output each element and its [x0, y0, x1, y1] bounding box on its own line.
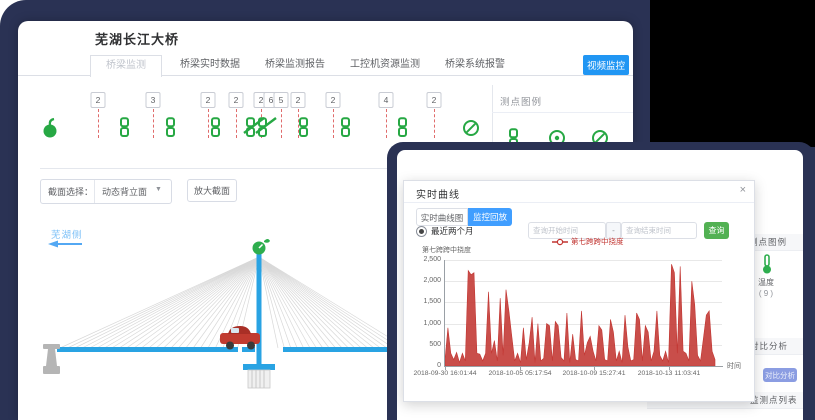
section-select-value: 动态背立面 — [102, 185, 147, 198]
series-legend[interactable]: 第七跨跨中挠度 — [552, 236, 624, 246]
chain-sensor-icon — [340, 117, 351, 138]
bridge-schematic — [38, 221, 410, 417]
recent-two-months-radio[interactable] — [416, 226, 427, 237]
sensor-drop-line — [208, 109, 209, 138]
sensor-count-badge: 2 — [427, 92, 442, 108]
deflection-chart: 2,5002,0001,5001,0005000 2018-09-30 16:0… — [445, 260, 722, 366]
sensor-count-badge: 2 — [229, 92, 244, 108]
query-button[interactable]: 查询 — [704, 222, 729, 239]
temperature-count: ( 9 ) — [751, 289, 781, 298]
tab-5[interactable]: 桥梁系统报警 — [440, 55, 510, 75]
crossed-cables-icon — [242, 116, 280, 135]
close-icon[interactable]: × — [740, 184, 746, 196]
sensor-count-badge: 3 — [146, 92, 161, 108]
sensor-drop-line — [236, 109, 237, 138]
legend-panel-divider — [492, 112, 633, 113]
section-select[interactable]: 截面选择： 动态背立面 ▼ — [40, 179, 172, 204]
x-tick-mark — [669, 367, 670, 370]
y-tick-label: 2,000 — [405, 277, 441, 284]
legend-panel-border — [492, 85, 493, 145]
tower-pier — [248, 370, 270, 388]
chain-sensor-icon — [298, 117, 309, 138]
sensor-drop-line — [281, 109, 282, 138]
x-axis-title: 时间 — [727, 361, 741, 371]
thermometer-icon — [761, 254, 773, 274]
deflection-series — [445, 260, 722, 366]
popup-window: 测点图例 温度 ( 9 ) 对比分析 对比分析 监测点列表 实时曲线 × 实时曲… — [397, 150, 803, 420]
sensor-drop-line — [386, 109, 387, 138]
legend-panel-title: 测点图例 — [500, 94, 542, 108]
recent-two-months-label: 最近两个月 — [431, 225, 474, 237]
disabled-sensor-icon — [462, 119, 480, 137]
y-tick-label: 2,500 — [405, 256, 441, 263]
chevron-down-icon: ▼ — [155, 186, 162, 193]
dialog-header-divider — [404, 202, 754, 203]
left-abutment — [43, 344, 60, 374]
sensor-drop-line — [434, 109, 435, 138]
video-monitor-button[interactable]: 视频监控 — [583, 55, 629, 75]
sensor-count-badge: 2 — [201, 92, 216, 108]
tower-gauge-icon — [253, 239, 271, 255]
sensor-count-badge: 4 — [379, 92, 394, 108]
bridge-tower — [257, 251, 262, 368]
car — [220, 326, 260, 350]
x-tick-mark — [520, 367, 521, 370]
tab-4[interactable]: 工控机资源监测 — [345, 55, 425, 75]
section-select-label: 截面选择： — [48, 185, 93, 198]
bridge-deck-left — [57, 347, 238, 352]
sensor-drop-line — [333, 109, 334, 138]
chain-sensor-icon — [119, 117, 130, 138]
weight-sensor-icon — [41, 117, 59, 139]
dialog-title: 实时曲线 — [416, 186, 460, 201]
sensor-count-badge: 2 — [91, 92, 106, 108]
y-tick-label: 1,000 — [405, 320, 441, 327]
sensor-count-badge: 5 — [274, 92, 289, 108]
temperature-label: 温度 — [753, 277, 779, 288]
compare-analysis-button[interactable]: 对比分析 — [763, 368, 797, 382]
sensor-drop-line — [153, 109, 154, 138]
radio-dot — [419, 229, 424, 234]
dialog-tab-2[interactable]: 监控回放 — [468, 208, 512, 226]
x-tick-mark — [445, 367, 446, 370]
legend-line-icon — [552, 238, 568, 246]
x-axis — [444, 366, 723, 367]
tower-crossbeam — [243, 364, 275, 370]
x-tick-label: 2018-09-30 16:01:44 — [403, 370, 487, 377]
select-divider — [94, 180, 95, 203]
x-tick-label: 2018-10-05 05:17:54 — [478, 370, 562, 377]
enlarge-section-button[interactable]: 放大截面 — [187, 179, 237, 202]
tab-3[interactable]: 桥梁监测报告 — [260, 55, 330, 75]
x-tick-label: 2018-10-13 11:03:41 — [627, 370, 711, 377]
realtime-curve-dialog: 实时曲线 × 实时曲线图监控回放 最近两个月 - 查询 第七跨跨中挠度 第七跨跨… — [403, 180, 755, 402]
dialog-tab-1[interactable]: 实时曲线图 — [416, 208, 468, 226]
page-title: 芜湖长江大桥 — [95, 29, 179, 48]
tab-2[interactable]: 桥梁实时数据 — [175, 55, 245, 75]
top-right-black-area — [650, 0, 815, 147]
chart-title: 第七跨跨中挠度 — [422, 245, 471, 255]
tab-1[interactable]: 桥梁监测 — [90, 55, 162, 77]
sensor-drop-line — [98, 109, 99, 138]
x-tick-mark — [594, 367, 595, 370]
chain-sensor-icon — [210, 117, 221, 138]
x-tick-label: 2018-10-09 15:27:41 — [552, 370, 636, 377]
y-tick-label: 500 — [405, 341, 441, 348]
y-tick-label: 1,500 — [405, 298, 441, 305]
sensor-count-badge: 2 — [326, 92, 341, 108]
chain-sensor-icon — [397, 117, 408, 138]
query-end-time-input[interactable] — [621, 222, 697, 239]
sensor-count-badge: 2 — [291, 92, 306, 108]
screen: 芜湖长江大桥 桥梁监测桥梁实时数据桥梁监测报告工控机资源监测桥梁系统报警 视频监… — [0, 0, 815, 420]
chain-sensor-icon — [165, 117, 176, 138]
y-tick-label: 0 — [405, 362, 441, 369]
